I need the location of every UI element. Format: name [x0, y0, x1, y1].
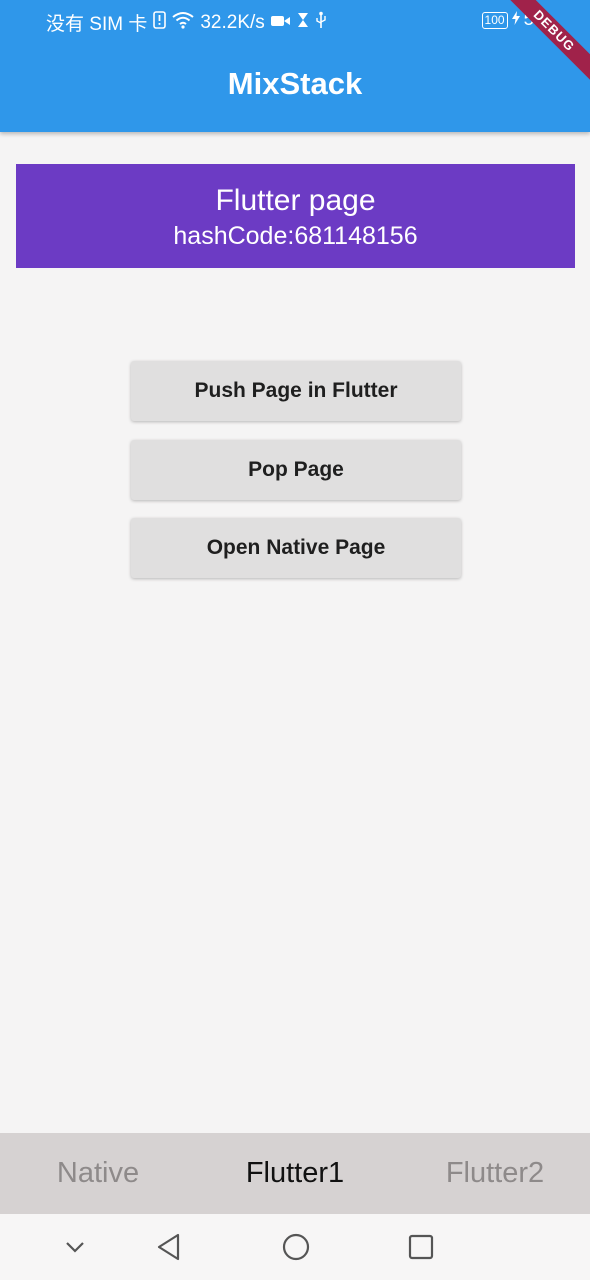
tab-native[interactable]: Native: [38, 1133, 158, 1214]
battery-indicator: 100: [481, 11, 508, 29]
hash-code-label: hashCode:681148156: [173, 222, 418, 250]
bottom-tab-bar: Native Flutter1 Flutter2: [0, 1133, 590, 1214]
video-icon: [270, 12, 291, 34]
sim-alert-icon: [153, 10, 167, 35]
back-triangle-icon[interactable]: [154, 1232, 184, 1262]
charging-icon: [511, 9, 520, 31]
tab-flutter2[interactable]: Flutter2: [425, 1133, 565, 1214]
recent-square-icon[interactable]: [406, 1232, 436, 1262]
hourglass-icon: [297, 12, 309, 34]
wifi-icon: [172, 11, 194, 35]
carrier-text: 没有 SIM 卡: [46, 14, 148, 35]
network-speed: 32.2K/s: [200, 11, 265, 33]
usb-icon: [315, 11, 327, 35]
chevron-down-icon[interactable]: [60, 1232, 90, 1262]
page-title: Flutter page: [215, 184, 376, 217]
screen: 没有 SIM 卡 32.2K/s 100 MixStack DEBUG Flut…: [0, 0, 590, 1280]
push-page-button[interactable]: Push Page in Flutter: [131, 361, 461, 421]
status-left: 没有 SIM 卡 32.2K/s: [46, 9, 327, 36]
flutter-page-card: Flutter page hashCode:681148156: [16, 164, 575, 268]
home-circle-icon[interactable]: [281, 1232, 311, 1262]
system-nav-bar: [0, 1214, 590, 1280]
app-bar: 没有 SIM 卡 32.2K/s 100 MixStack DEBUG: [0, 0, 590, 132]
app-title: MixStack: [227, 66, 363, 101]
tab-flutter1[interactable]: Flutter1: [225, 1133, 365, 1214]
pop-page-button[interactable]: Pop Page: [131, 440, 461, 500]
open-native-page-button[interactable]: Open Native Page: [131, 518, 461, 578]
status-bar: 没有 SIM 卡 32.2K/s 100: [0, 0, 590, 42]
